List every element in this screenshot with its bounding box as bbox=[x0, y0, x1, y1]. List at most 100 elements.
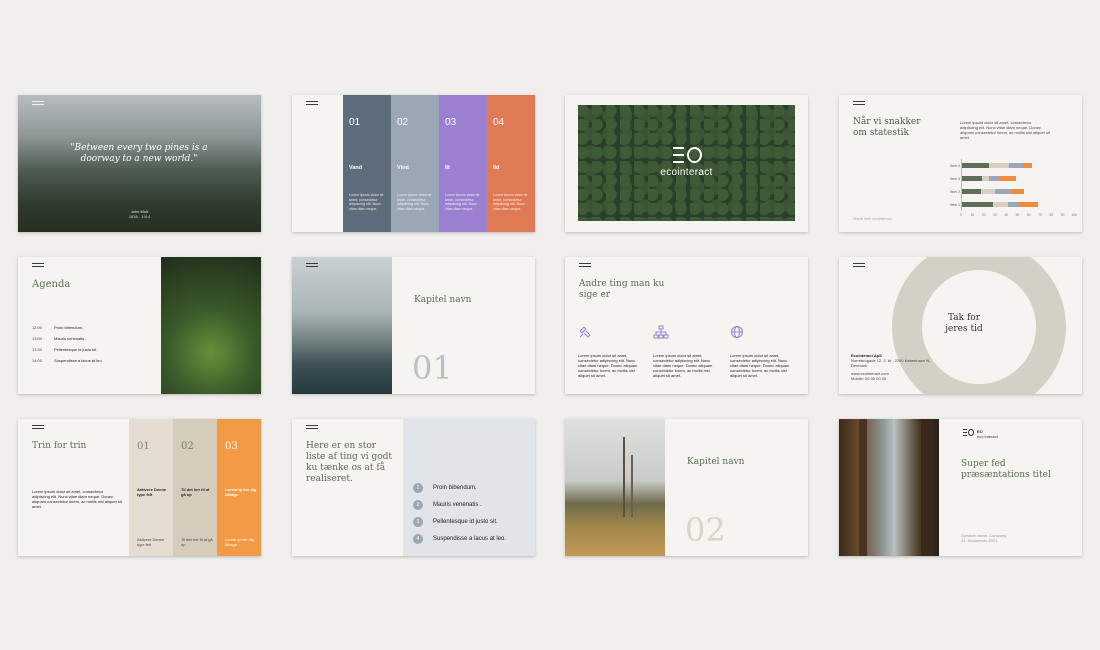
agenda-item: 12:00 Proin bibendum. bbox=[32, 325, 84, 330]
x-tick-label: 30 bbox=[993, 213, 997, 217]
numbered-list: 1 Proin bibendum. 2 Mauris venenatis . 3 Pe… bbox=[413, 479, 506, 547]
agenda-item: 14:00 Suspendisse a lacus at leo bbox=[32, 358, 102, 363]
slide-title: Når vi snakker om statestik bbox=[853, 117, 921, 138]
bar-segment bbox=[981, 189, 995, 194]
quote-text: "Between every two pines is a doorway to… bbox=[70, 143, 208, 164]
bar-segment bbox=[1009, 163, 1023, 168]
logo-mark bbox=[306, 263, 318, 267]
list-panel: 1 Proin bibendum. 2 Mauris venenatis . 3 Pe… bbox=[403, 419, 535, 556]
eo-logo-icon bbox=[673, 147, 702, 163]
list-item: 3 Pellentesque id justo sit. bbox=[413, 513, 506, 530]
slide-footer: Made with ecointeract bbox=[853, 216, 892, 221]
satellite-icon bbox=[579, 326, 591, 338]
logo-mark bbox=[579, 263, 591, 267]
bar-segment bbox=[1019, 202, 1038, 207]
slide-title: Here er en stor liste af ting vi godt ku… bbox=[306, 441, 393, 484]
x-tick-label: 10 bbox=[970, 213, 975, 217]
logo-mark bbox=[306, 425, 318, 429]
step-sub: Aktivere Denne type felt bbox=[137, 537, 165, 547]
slide-quote-thumbnail[interactable]: "Between every two pines is a doorway to… bbox=[18, 95, 261, 232]
tree-trunk bbox=[921, 419, 931, 556]
slide-chapter-01-thumbnail[interactable]: Kapitel navn 01 bbox=[292, 257, 535, 394]
column-number: 04 bbox=[493, 117, 505, 128]
slide-title-thumbnail[interactable]: EO eco interact Super fed præsæntations … bbox=[839, 419, 1082, 556]
x-tick-label: 70 bbox=[1038, 213, 1042, 217]
logo-mark bbox=[32, 101, 44, 105]
x-tick-label: 80 bbox=[1049, 213, 1054, 217]
step-label: Til det her til at gå op bbox=[181, 487, 210, 497]
tree-trunk bbox=[631, 455, 633, 517]
bar-chart: Item 4 Item 3 Item 2 Item 1 0 10 20 30 40 50 60 70… bbox=[941, 159, 1077, 219]
step-number: 02 bbox=[181, 441, 194, 452]
column-text: Lorem ipsum dolor sit amet, consectetur … bbox=[397, 193, 432, 211]
column-text: Lorem ipsum dolor sit amet, consectetur … bbox=[493, 193, 528, 211]
bar-segment bbox=[982, 176, 990, 181]
contact-phone: Mobile: 00 00 00 00 bbox=[851, 376, 887, 381]
bar-segment bbox=[1000, 176, 1017, 181]
logo-wordmark: ecointeract bbox=[660, 167, 713, 178]
step-label: Aktivere Denne type felt bbox=[137, 487, 167, 497]
logo-mark bbox=[32, 263, 44, 267]
x-tick-label: 90 bbox=[1060, 213, 1065, 217]
logo-wordmark-sub: eco interact bbox=[977, 434, 998, 439]
step-sub: Til det her til at gå op bbox=[181, 537, 213, 547]
dead-tree-field-image bbox=[565, 419, 665, 556]
slide-agenda-thumbnail[interactable]: Agenda 12:00 Proin bibendum. 13:00 Mauris … bbox=[18, 257, 261, 394]
column-label: Ild bbox=[493, 165, 500, 171]
column-text: Lorem ipsum dolor sit amet, consectetur … bbox=[445, 193, 480, 211]
chapter-title: Kapitel navn bbox=[414, 295, 472, 305]
slide-features-thumbnail[interactable]: Andre ting man ku sige er Lorem ipsum do… bbox=[565, 257, 808, 394]
step-column-3: 03 Lorem ip her dig tilbage Lorem ip her… bbox=[217, 419, 261, 556]
column-number: 01 bbox=[349, 117, 361, 128]
x-tick-label: 50 bbox=[1015, 213, 1020, 217]
category-label: Item 3 bbox=[950, 176, 960, 181]
step-label: Lorem ip her dig tilbage bbox=[225, 487, 257, 497]
bar-segment bbox=[992, 202, 1009, 207]
x-tick-label: 60 bbox=[1026, 213, 1031, 217]
chapter-number: 01 bbox=[412, 349, 453, 387]
slide-chapter-02-thumbnail[interactable]: Kapitel navn 02 bbox=[565, 419, 808, 556]
logo-mark bbox=[853, 101, 865, 105]
slide-body-text: Lorem ipsum dolor sit amet, consectetur … bbox=[32, 489, 122, 509]
eo-logo-icon bbox=[963, 429, 974, 436]
bar-segment bbox=[962, 176, 983, 181]
column-label: Vand bbox=[349, 165, 363, 171]
slide-elements-thumbnail[interactable]: 01 Vand Lorem ipsum dolor sit amet, cons… bbox=[292, 95, 535, 232]
column-label: Ilt bbox=[445, 165, 450, 171]
column-vand: 01 Vand Lorem ipsum dolor sit amet, cons… bbox=[343, 95, 391, 232]
x-tick-label: 100 bbox=[1071, 213, 1077, 217]
presentation-title: Super fed præsæntations titel bbox=[961, 459, 1051, 480]
column-ild: 04 Ild Lorem ipsum dolor sit amet, conse… bbox=[487, 95, 535, 232]
bar-segment bbox=[962, 163, 990, 168]
slide-title: Agenda bbox=[32, 279, 71, 290]
category-label: Item 4 bbox=[950, 163, 960, 168]
slide-title: Tak for jeres tid bbox=[945, 313, 983, 334]
bar-segment bbox=[994, 189, 1011, 194]
chapter-title: Kapitel navn bbox=[687, 457, 745, 467]
x-tick-label: 40 bbox=[1004, 213, 1009, 217]
feature-text: Lorem ipsum dolor sit amet, consectetur … bbox=[653, 353, 713, 378]
list-item: 4 Suspendisse a lacus at leo. bbox=[413, 530, 506, 547]
presentation-subtitle: Speaker name, Company 24. September 2021 bbox=[961, 533, 1007, 543]
bar-segment bbox=[989, 176, 1001, 181]
agenda-item: 13:00 Mauris venenatis . bbox=[32, 336, 87, 341]
bar-segment bbox=[989, 163, 1010, 168]
bar-segment bbox=[1008, 202, 1020, 207]
aerial-forest-image: ecointeract bbox=[578, 105, 795, 221]
slide-logo-thumbnail[interactable]: ecointeract bbox=[565, 95, 808, 232]
step-number: 03 bbox=[225, 441, 238, 452]
agenda-list: 12:00 Proin bibendum. 13:00 Mauris venenat… bbox=[32, 325, 162, 369]
slide-statistics-thumbnail[interactable]: Når vi snakker om statestik Lorem ipsum … bbox=[839, 95, 1082, 232]
globe-icon bbox=[731, 326, 743, 338]
slide-list-thumbnail[interactable]: Here er en stor liste af ting vi godt ku… bbox=[292, 419, 535, 556]
column-number: 03 bbox=[445, 117, 457, 128]
slide-thank-you-thumbnail[interactable]: Tak for jeres tid Ecointeract ApS Norreb… bbox=[839, 257, 1082, 394]
logo-mark bbox=[32, 425, 44, 429]
chapter-number: 02 bbox=[685, 511, 726, 549]
column-number: 02 bbox=[397, 117, 409, 128]
feature-text: Lorem ipsum dolor sit amet, consectetur … bbox=[578, 353, 638, 378]
slide-steps-thumbnail[interactable]: Trin for trin Lorem ipsum dolor sit amet… bbox=[18, 419, 261, 556]
tree-trunk bbox=[859, 419, 867, 556]
slide-title: Andre ting man ku sige er bbox=[579, 279, 665, 300]
list-item: 1 Proin bibendum. bbox=[413, 479, 506, 496]
